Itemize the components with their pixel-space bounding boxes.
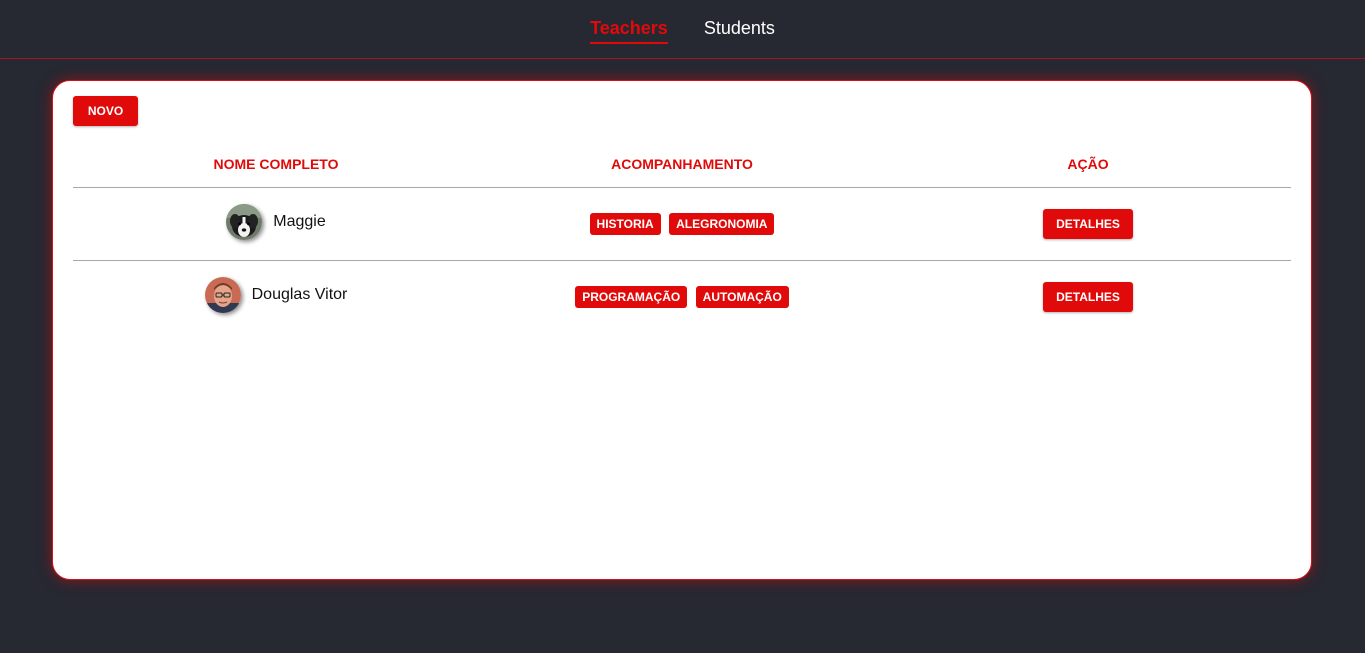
subject-tag: ALEGRONOMIA <box>669 213 775 235</box>
teachers-table: NOME COMPLETO ACOMPANHAMENTO AÇÃO Maggie… <box>73 141 1291 333</box>
person: Douglas Vitor <box>204 276 348 313</box>
action-cell: DETALHES <box>885 260 1291 333</box>
main-nav: Teachers Students <box>0 17 1365 44</box>
header-full-name: NOME COMPLETO <box>73 141 479 188</box>
details-button[interactable]: DETALHES <box>1043 209 1133 239</box>
tab-students[interactable]: Students <box>704 17 775 44</box>
dog-avatar <box>226 203 263 240</box>
tags-cell: PROGRAMAÇÃO AUTOMAÇÃO <box>479 260 885 333</box>
teacher-name: Maggie <box>273 212 326 230</box>
teacher-name: Douglas Vitor <box>251 285 348 303</box>
tab-teachers[interactable]: Teachers <box>590 17 668 44</box>
details-button[interactable]: DETALHES <box>1043 282 1133 312</box>
person-avatar <box>204 276 241 313</box>
tags-cell: HISTORIA ALEGRONOMIA <box>479 188 885 261</box>
subject-tag: HISTORIA <box>589 213 661 235</box>
action-cell: DETALHES <box>885 188 1291 261</box>
subject-tag: PROGRAMAÇÃO <box>575 286 688 308</box>
header-tracking: ACOMPANHAMENTO <box>479 141 885 188</box>
subject-tag: AUTOMAÇÃO <box>695 286 789 308</box>
name-cell: Maggie <box>73 188 479 261</box>
top-nav-bar: Teachers Students <box>0 0 1365 59</box>
table-row: Maggie HISTORIA ALEGRONOMIA DETALHES <box>73 188 1291 261</box>
table-header-row: NOME COMPLETO ACOMPANHAMENTO AÇÃO <box>73 141 1291 188</box>
name-cell: Douglas Vitor <box>73 260 479 333</box>
teachers-card: NOVO NOME COMPLETO ACOMPANHAMENTO AÇÃO M… <box>52 80 1312 580</box>
header-action: AÇÃO <box>885 141 1291 188</box>
table-row: Douglas Vitor PROGRAMAÇÃO AUTOMAÇÃO DETA… <box>73 260 1291 333</box>
person: Maggie <box>226 203 326 240</box>
new-button[interactable]: NOVO <box>73 96 138 126</box>
